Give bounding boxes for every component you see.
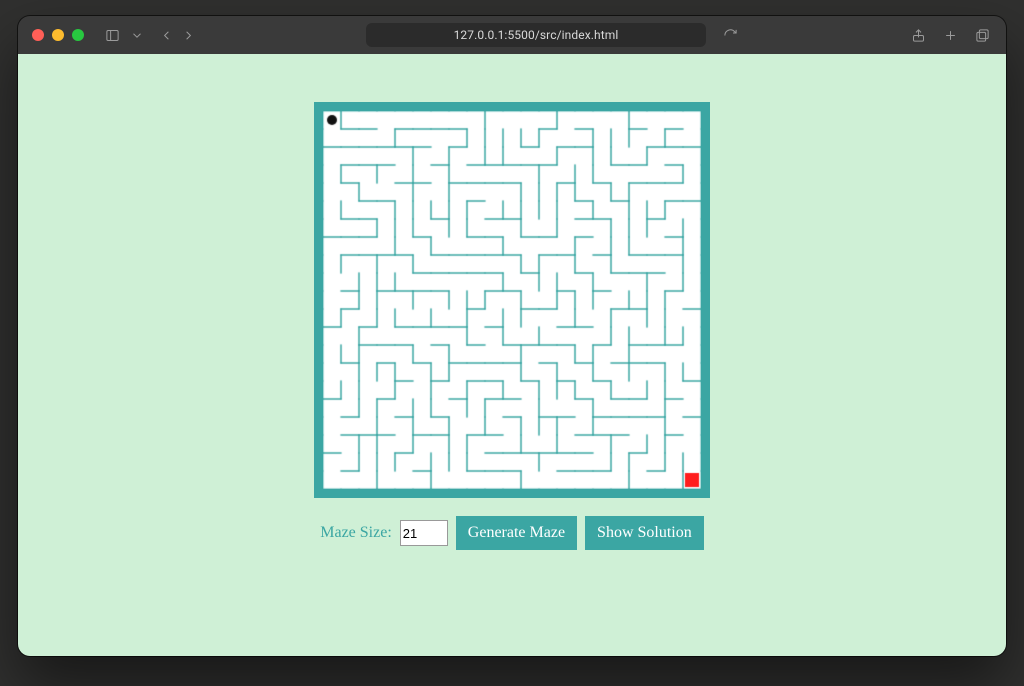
new-tab-icon[interactable] [940, 25, 960, 45]
forward-icon[interactable] [178, 25, 198, 45]
share-icon[interactable] [908, 25, 928, 45]
sidebar-icon[interactable] [102, 25, 122, 45]
close-icon[interactable] [32, 29, 44, 41]
page-content: Maze Size: Generate Maze Show Solution [18, 54, 1006, 656]
maze-canvas[interactable] [323, 111, 701, 489]
tabs-icon[interactable] [972, 25, 992, 45]
size-input[interactable] [400, 520, 448, 546]
browser-window: 127.0.0.1:5500/src/index.html Maze Size: [18, 16, 1006, 656]
solution-button[interactable]: Show Solution [585, 516, 704, 550]
generate-button[interactable]: Generate Maze [456, 516, 577, 550]
zoom-icon[interactable] [72, 29, 84, 41]
window-controls [32, 29, 84, 41]
url-field[interactable]: 127.0.0.1:5500/src/index.html [366, 23, 706, 47]
controls-row: Maze Size: Generate Maze Show Solution [320, 516, 703, 550]
url-text: 127.0.0.1:5500/src/index.html [454, 28, 619, 42]
titlebar: 127.0.0.1:5500/src/index.html [18, 16, 1006, 54]
size-label: Maze Size: [320, 524, 392, 542]
minimize-icon[interactable] [52, 29, 64, 41]
chevron-down-icon[interactable] [130, 25, 144, 45]
maze-frame [314, 102, 710, 498]
reload-icon[interactable] [720, 25, 740, 45]
back-icon[interactable] [156, 25, 176, 45]
